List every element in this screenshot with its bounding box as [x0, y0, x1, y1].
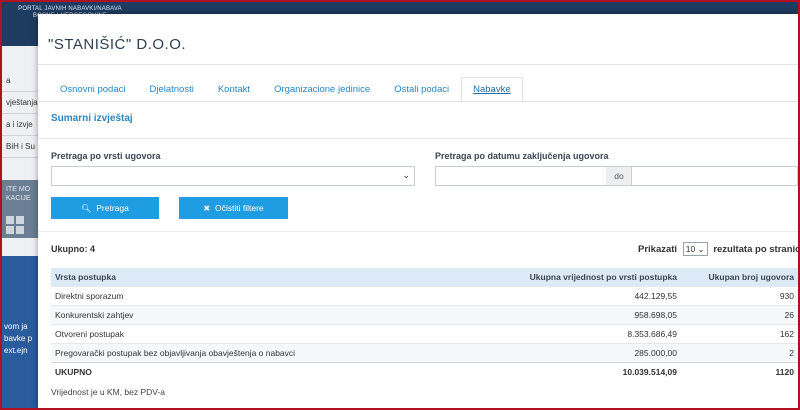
promo-text: vom ja	[4, 322, 28, 331]
screenshot-frame: PORTAL JAVNIH NABAVKI/NABAVA BOSNE I HER…	[2, 2, 798, 408]
date-from-input[interactable]	[435, 166, 607, 186]
date-separator: do	[606, 166, 632, 186]
promo-text: ext.ejn	[4, 346, 28, 355]
chevron-down-icon: ⌄	[402, 170, 410, 180]
cell-contract-count: 2	[681, 343, 798, 363]
portal-title-line1: PORTAL JAVNIH NABAVKI/NABAVA	[18, 6, 122, 12]
table-row: Konkurentski zahtjev 958.698,05 26	[51, 305, 798, 325]
tab-bar: Osnovni podaci Djelatnosti Kontakt Organ…	[48, 77, 523, 103]
sidebar-item[interactable]: a	[2, 70, 38, 92]
banner-text: ITE MO	[6, 186, 31, 193]
table-row: Otvoreni postupak 8.353.686,49 162	[51, 324, 798, 344]
banner-text: KACIJE	[6, 195, 31, 202]
portal-sidebar-promo: vom ja bavke p ext.ejn	[2, 256, 38, 408]
company-modal: "STANIŠIĆ" D.O.O. Osnovni podaci Djelatn…	[38, 14, 798, 408]
clear-filters-label: Očistiti filtere	[215, 203, 264, 213]
sidebar-item[interactable]: vještanja	[2, 92, 38, 114]
page-size-select[interactable]: 10 ⌄	[682, 242, 708, 256]
cell-procedure-type: Direktni sporazum	[51, 286, 499, 306]
contract-type-select[interactable]: ⌄	[51, 166, 415, 186]
table-header-row: Vrsta postupka Ukupna vrijednost po vrst…	[51, 268, 798, 287]
divider	[38, 231, 798, 232]
tab-organizacione-jedinice[interactable]: Organizacione jedinice	[262, 77, 382, 103]
cell-procedure-type: Konkurentski zahtjev	[51, 305, 499, 325]
search-icon: 🔍︎	[81, 204, 92, 213]
cell-total-label: UKUPNO	[51, 362, 499, 381]
total-count: Ukupno: 4	[51, 244, 95, 254]
cell-procedure-type: Pregovarački postupak bez objavljivanja …	[51, 343, 499, 363]
divider	[38, 101, 798, 102]
tab-djelatnosti[interactable]: Djelatnosti	[137, 77, 205, 103]
section-title: Sumarni izvještaj	[51, 113, 133, 124]
cell-contract-count: 162	[681, 324, 798, 344]
portal-sidebar-banner: ITE MO KACIJE	[2, 180, 38, 238]
cell-grand-total-count: 1120	[681, 362, 798, 381]
table-total-row: UKUPNO 10.039.514,09 1120	[51, 362, 798, 381]
tile-icon	[16, 216, 24, 224]
date-range-label: Pretraga po datumu zaključenja ugovora	[435, 151, 609, 161]
cell-total-value: 958.698,05	[499, 305, 681, 325]
cell-total-value: 442.129,55	[499, 286, 681, 306]
cell-contract-count: 930	[681, 286, 798, 306]
close-icon: ✖	[203, 204, 211, 213]
cell-total-value: 285.000,00	[499, 343, 681, 363]
cell-grand-total-value: 10.039.514,09	[499, 362, 681, 381]
tab-ostali-podaci[interactable]: Ostali podaci	[382, 77, 461, 103]
table-row: Direktni sporazum 442.129,55 930	[51, 286, 798, 306]
modal-title: "STANIŠIĆ" D.O.O.	[48, 36, 187, 53]
tile-icon	[16, 226, 24, 234]
divider	[38, 138, 798, 139]
column-header[interactable]: Vrsta postupka	[51, 268, 499, 287]
promo-text: bavke p	[4, 334, 33, 343]
tab-kontakt[interactable]: Kontakt	[206, 77, 262, 103]
tab-osnovni-podaci[interactable]: Osnovni podaci	[48, 77, 137, 103]
cell-procedure-type: Otvoreni postupak	[51, 324, 499, 344]
search-button[interactable]: 🔍︎ Pretraga	[51, 197, 159, 219]
clear-filters-button[interactable]: ✖ Očistiti filtere	[179, 197, 288, 219]
currency-note: Vrijednost je u KM, bez PDV-a	[51, 387, 166, 397]
tile-icon	[6, 226, 14, 234]
search-button-label: Pretraga	[96, 203, 129, 213]
page-size-control: Prikazati 10 ⌄ rezultata po stranici	[638, 242, 798, 256]
page-size-value: 10	[685, 244, 696, 254]
table-row: Pregovarački postupak bez objavljivanja …	[51, 343, 798, 363]
page-size-prefix: Prikazati	[638, 244, 678, 255]
page-size-suffix: rezultata po stranici	[713, 244, 798, 255]
tile-icon	[6, 216, 14, 224]
tab-nabavke[interactable]: Nabavke	[461, 77, 523, 103]
column-header[interactable]: Ukupan broj ugovora	[681, 268, 798, 287]
column-header[interactable]: Ukupna vrijednost po vrsti postupka	[499, 268, 681, 287]
cell-total-value: 8.353.686,49	[499, 324, 681, 344]
divider	[38, 64, 798, 65]
contract-type-label: Pretraga po vrsti ugovora	[51, 151, 161, 161]
date-to-input[interactable]	[631, 166, 798, 186]
summary-table: Vrsta postupka Ukupna vrijednost po vrst…	[51, 268, 798, 381]
sidebar-item[interactable]: a i izvje	[2, 114, 38, 136]
cell-contract-count: 26	[681, 305, 798, 325]
sidebar-item[interactable]: BiH i Su	[2, 136, 38, 158]
